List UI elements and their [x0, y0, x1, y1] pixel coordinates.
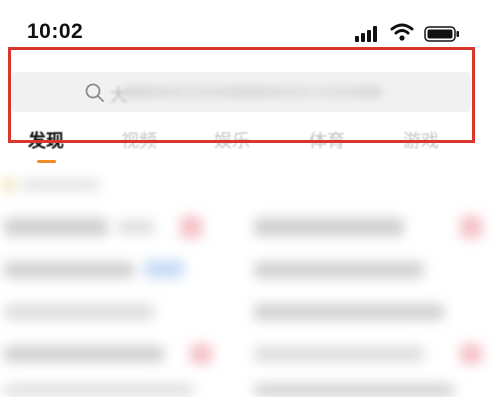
battery-icon	[424, 26, 459, 42]
tab-discover[interactable]: 发现	[28, 127, 64, 153]
status-time: 10:02	[27, 20, 84, 43]
search-bar[interactable]: 大	[12, 72, 471, 112]
cellular-signal-icon	[355, 26, 383, 42]
tab-games[interactable]: 游戏	[403, 127, 439, 153]
wifi-icon	[390, 23, 414, 41]
tab-video[interactable]: 视频	[121, 127, 157, 153]
search-icon	[85, 83, 104, 102]
tab-sports[interactable]: 体育	[309, 127, 345, 153]
active-tab-indicator	[37, 160, 56, 163]
blurred-search-placeholder	[122, 86, 382, 98]
category-tabs: 发现 视频 娱乐 体育 游戏	[0, 124, 493, 156]
tab-entertainment[interactable]: 娱乐	[214, 127, 250, 153]
blurred-feed	[0, 172, 493, 397]
status-bar: 10:02	[0, 0, 493, 52]
